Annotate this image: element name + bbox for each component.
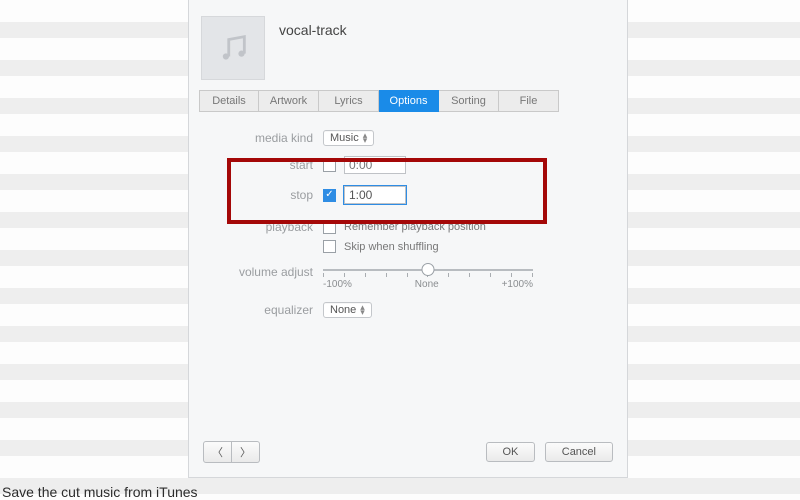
media-kind-dropdown[interactable]: Music ▴▾: [323, 130, 374, 146]
volume-row: volume adjust -100% None +100%: [213, 263, 603, 290]
equalizer-label: equalizer: [213, 303, 323, 317]
stop-time-input[interactable]: [344, 186, 406, 204]
action-button-group: OK Cancel: [486, 442, 614, 462]
tab-lyrics[interactable]: Lyrics: [319, 90, 379, 112]
artwork-thumbnail: [201, 16, 265, 80]
prev-track-button[interactable]: 〈: [203, 441, 232, 463]
article-caption: Save the cut music from iTunes: [2, 484, 198, 500]
volume-mid-label: None: [415, 279, 439, 290]
start-label: start: [213, 158, 323, 172]
volume-adjust-label: volume adjust: [213, 263, 323, 279]
remember-playback-checkbox[interactable]: [323, 221, 336, 234]
start-time-input[interactable]: [344, 156, 406, 174]
track-title: vocal-track: [279, 16, 347, 38]
skip-shuffle-label: Skip when shuffling: [344, 241, 439, 253]
tab-artwork[interactable]: Artwork: [259, 90, 319, 112]
music-note-icon: [216, 31, 250, 65]
tab-bar: Details Artwork Lyrics Options Sorting F…: [199, 90, 617, 112]
updown-caret-icon: ▴▾: [360, 305, 365, 315]
ok-button[interactable]: OK: [486, 442, 536, 462]
playback-label: playback: [213, 220, 323, 234]
updown-caret-icon: ▴▾: [363, 133, 368, 143]
tab-file[interactable]: File: [499, 90, 559, 112]
track-info-panel: vocal-track Details Artwork Lyrics Optio…: [188, 0, 628, 478]
volume-slider[interactable]: [323, 263, 533, 277]
next-track-button[interactable]: 〉: [232, 441, 260, 463]
tab-options[interactable]: Options: [379, 90, 439, 112]
options-tab-content: media kind Music ▴▾ start stop playback …: [189, 112, 627, 431]
nav-button-group: 〈 〉: [203, 441, 260, 463]
slider-thumb[interactable]: [422, 263, 435, 276]
slider-labels: -100% None +100%: [323, 279, 533, 290]
equalizer-dropdown[interactable]: None ▴▾: [323, 302, 372, 318]
stop-label: stop: [213, 188, 323, 202]
playback-row-1: playback Remember playback position: [213, 220, 603, 234]
start-checkbox[interactable]: [323, 159, 336, 172]
equalizer-row: equalizer None ▴▾: [213, 302, 603, 318]
media-kind-row: media kind Music ▴▾: [213, 130, 603, 146]
equalizer-value: None: [330, 304, 356, 316]
panel-header: vocal-track: [189, 0, 627, 90]
chevron-right-icon: 〉: [240, 447, 251, 459]
volume-slider-wrap: -100% None +100%: [323, 263, 533, 290]
stop-checkbox[interactable]: [323, 189, 336, 202]
media-kind-value: Music: [330, 132, 359, 144]
chevron-left-icon: 〈: [212, 447, 223, 459]
cancel-button[interactable]: Cancel: [545, 442, 613, 462]
skip-shuffle-checkbox[interactable]: [323, 240, 336, 253]
playback-row-2: Skip when shuffling: [213, 240, 603, 253]
tab-details[interactable]: Details: [199, 90, 259, 112]
start-row: start: [213, 156, 603, 174]
tab-sorting[interactable]: Sorting: [439, 90, 499, 112]
remember-playback-label: Remember playback position: [344, 221, 486, 233]
panel-footer: 〈 〉 OK Cancel: [189, 431, 627, 477]
media-kind-label: media kind: [213, 131, 323, 145]
volume-max-label: +100%: [502, 279, 533, 290]
volume-min-label: -100%: [323, 279, 352, 290]
stop-row: stop: [213, 186, 603, 204]
